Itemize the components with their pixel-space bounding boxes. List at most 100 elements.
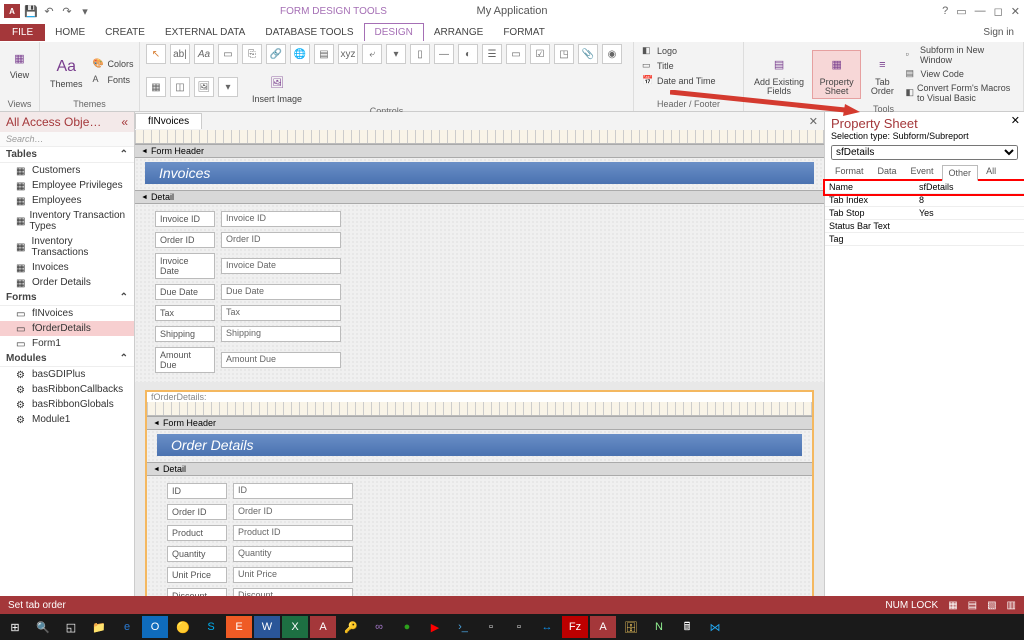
tab-file[interactable]: FILE xyxy=(0,24,45,41)
tab-control-icon[interactable]: ⎘ xyxy=(242,44,262,64)
convert-macros-button[interactable]: ◧Convert Form's Macros to Visual Basic xyxy=(903,82,1017,104)
close-icon[interactable]: ✕ xyxy=(1011,5,1020,18)
property-sheet-button[interactable]: ▦Property Sheet xyxy=(812,50,861,99)
teamviewer-taskbar-icon[interactable]: ↔ xyxy=(534,616,560,638)
webbrowser-control-icon[interactable]: 🌐 xyxy=(290,44,310,64)
key-taskbar-icon[interactable]: 🔑 xyxy=(338,616,364,638)
attachment-control-icon[interactable]: 📎 xyxy=(578,44,598,64)
textbox-control-icon[interactable]: ab| xyxy=(170,44,190,64)
field-control[interactable]: Quantity xyxy=(233,546,353,562)
field-label[interactable]: Unit Price xyxy=(167,567,227,583)
subform-section-header[interactable]: Form Header xyxy=(147,416,812,430)
prop-value[interactable]: sfDetails xyxy=(915,181,1024,193)
document-tab[interactable]: fINvoices xyxy=(135,113,202,129)
word-taskbar-icon[interactable]: W xyxy=(254,616,280,638)
ssms-taskbar-icon[interactable]: 🗄 xyxy=(618,616,644,638)
more-controls-icon[interactable]: ▾ xyxy=(218,77,238,97)
subform-control-icon[interactable]: ▦ xyxy=(146,77,166,97)
misc2-taskbar-icon[interactable]: ▫ xyxy=(506,616,532,638)
edge-taskbar-icon[interactable]: e xyxy=(114,616,140,638)
vscode-taskbar-icon[interactable]: ⋈ xyxy=(702,616,728,638)
propsheet-close-icon[interactable]: ✕ xyxy=(1011,114,1020,127)
nav-item[interactable]: ▦Customers xyxy=(0,163,134,178)
calc-taskbar-icon[interactable]: 🖩 xyxy=(674,616,700,638)
colors-button[interactable]: 🎨Colors xyxy=(91,57,136,71)
nav-item[interactable]: ▦Invoices xyxy=(0,260,134,275)
maximize-icon[interactable]: ◻ xyxy=(994,5,1003,18)
prop-value[interactable]: 8 xyxy=(915,194,1024,206)
section-form-header[interactable]: Form Header xyxy=(135,144,824,158)
document-close-icon[interactable]: ✕ xyxy=(809,115,818,128)
title-button[interactable]: ▭Title xyxy=(640,59,737,73)
field-label[interactable]: Order ID xyxy=(167,504,227,520)
order-details-title[interactable]: Order Details xyxy=(157,434,802,456)
label-control-icon[interactable]: Aa xyxy=(194,44,214,64)
nav-item[interactable]: ▦Employees xyxy=(0,193,134,208)
field-control[interactable]: Invoice Date xyxy=(221,258,341,274)
select-tool-icon[interactable]: ↖ xyxy=(146,44,166,64)
unbound-object-icon[interactable]: ◳ xyxy=(554,44,574,64)
rectangle-control-icon[interactable]: ▭ xyxy=(506,44,526,64)
field-label[interactable]: Invoice Date xyxy=(155,253,215,279)
everything-taskbar-icon[interactable]: E xyxy=(226,616,252,638)
tab-home[interactable]: HOME xyxy=(45,24,95,41)
subform-new-window-button[interactable]: ▫Subform in New Window xyxy=(903,44,1017,66)
nav-item[interactable]: ▭fOrderDetails xyxy=(0,321,134,336)
nav-item[interactable]: ⚙Module1 xyxy=(0,412,134,427)
undo-icon[interactable]: ↶ xyxy=(42,4,56,18)
view-form-icon[interactable]: ▤ xyxy=(968,600,977,611)
fonts-button[interactable]: AFonts xyxy=(91,73,136,87)
nav-item[interactable]: ▭Form1 xyxy=(0,336,134,351)
form-design-surface[interactable]: Form Header Invoices Detail Invoice IDIn… xyxy=(135,130,824,596)
image-control-icon[interactable]: 🖼 xyxy=(194,77,214,97)
field-control[interactable]: Discount xyxy=(233,588,353,596)
qb-taskbar-icon[interactable]: ● xyxy=(394,616,420,638)
nav-item[interactable]: ⚙basRibbonCallbacks xyxy=(0,382,134,397)
field-control[interactable]: Invoice ID xyxy=(221,211,341,227)
nav-item[interactable]: ▦Employee Privileges xyxy=(0,178,134,193)
taskview-icon[interactable]: ◱ xyxy=(58,616,84,638)
view-code-button[interactable]: ▤View Code xyxy=(903,67,1017,81)
field-label[interactable]: ID xyxy=(167,483,227,499)
tab-arrange[interactable]: ARRANGE xyxy=(424,24,493,41)
access2-taskbar-icon[interactable]: A xyxy=(590,616,616,638)
propsheet-object-selector[interactable]: sfDetails xyxy=(831,145,1018,160)
propsheet-tab-all[interactable]: All xyxy=(980,164,1002,180)
listbox-control-icon[interactable]: ☰ xyxy=(482,44,502,64)
start-button[interactable]: ⊞ xyxy=(2,616,28,638)
tab-external-data[interactable]: EXTERNAL DATA xyxy=(155,24,255,41)
checkbox-control-icon[interactable]: ☑ xyxy=(530,44,550,64)
navigation-control-icon[interactable]: ▤ xyxy=(314,44,334,64)
tab-order-button[interactable]: ≡Tab Order xyxy=(865,51,899,98)
field-control[interactable]: Product ID xyxy=(233,525,353,541)
help-icon[interactable]: ? xyxy=(942,5,948,18)
optiongroup-control-icon[interactable]: xyz xyxy=(338,44,358,64)
vs-taskbar-icon[interactable]: ∞ xyxy=(366,616,392,638)
nav-item[interactable]: ⚙basRibbonGlobals xyxy=(0,397,134,412)
field-label[interactable]: Discount xyxy=(167,588,227,596)
propsheet-tab-data[interactable]: Data xyxy=(872,164,903,180)
nav-collapse-icon[interactable]: « xyxy=(121,115,128,129)
add-fields-button[interactable]: ▤Add Existing Fields xyxy=(750,51,808,98)
prop-value[interactable] xyxy=(915,220,1024,232)
access-taskbar-icon[interactable]: A xyxy=(310,616,336,638)
redo-icon[interactable]: ↷ xyxy=(60,4,74,18)
themes-button[interactable]: AaThemes xyxy=(46,53,87,91)
field-label[interactable]: Due Date xyxy=(155,284,215,300)
subform-container[interactable]: fOrderDetails: Form Header Order Details… xyxy=(145,390,814,596)
datetime-button[interactable]: 📅Date and Time xyxy=(640,74,737,88)
qat-more-icon[interactable]: ▾ xyxy=(78,4,92,18)
field-control[interactable]: Tax xyxy=(221,305,341,321)
nav-item[interactable]: ▭fINvoices xyxy=(0,306,134,321)
nav-item[interactable]: ⚙basGDIPlus xyxy=(0,367,134,382)
bound-object-icon[interactable]: ◫ xyxy=(170,77,190,97)
nav-item[interactable]: ▦Inventory Transactions xyxy=(0,234,134,260)
search-taskbar-icon[interactable]: 🔍 xyxy=(30,616,56,638)
tab-database-tools[interactable]: DATABASE TOOLS xyxy=(255,24,363,41)
nav-title[interactable]: All Access Obje… xyxy=(6,115,101,129)
button-control-icon[interactable]: ▭ xyxy=(218,44,238,64)
misc1-taskbar-icon[interactable]: ▫ xyxy=(478,616,504,638)
logo-button[interactable]: ◧Logo xyxy=(640,44,737,58)
invoices-title[interactable]: Invoices xyxy=(145,162,814,184)
outlook-taskbar-icon[interactable]: O xyxy=(142,616,168,638)
